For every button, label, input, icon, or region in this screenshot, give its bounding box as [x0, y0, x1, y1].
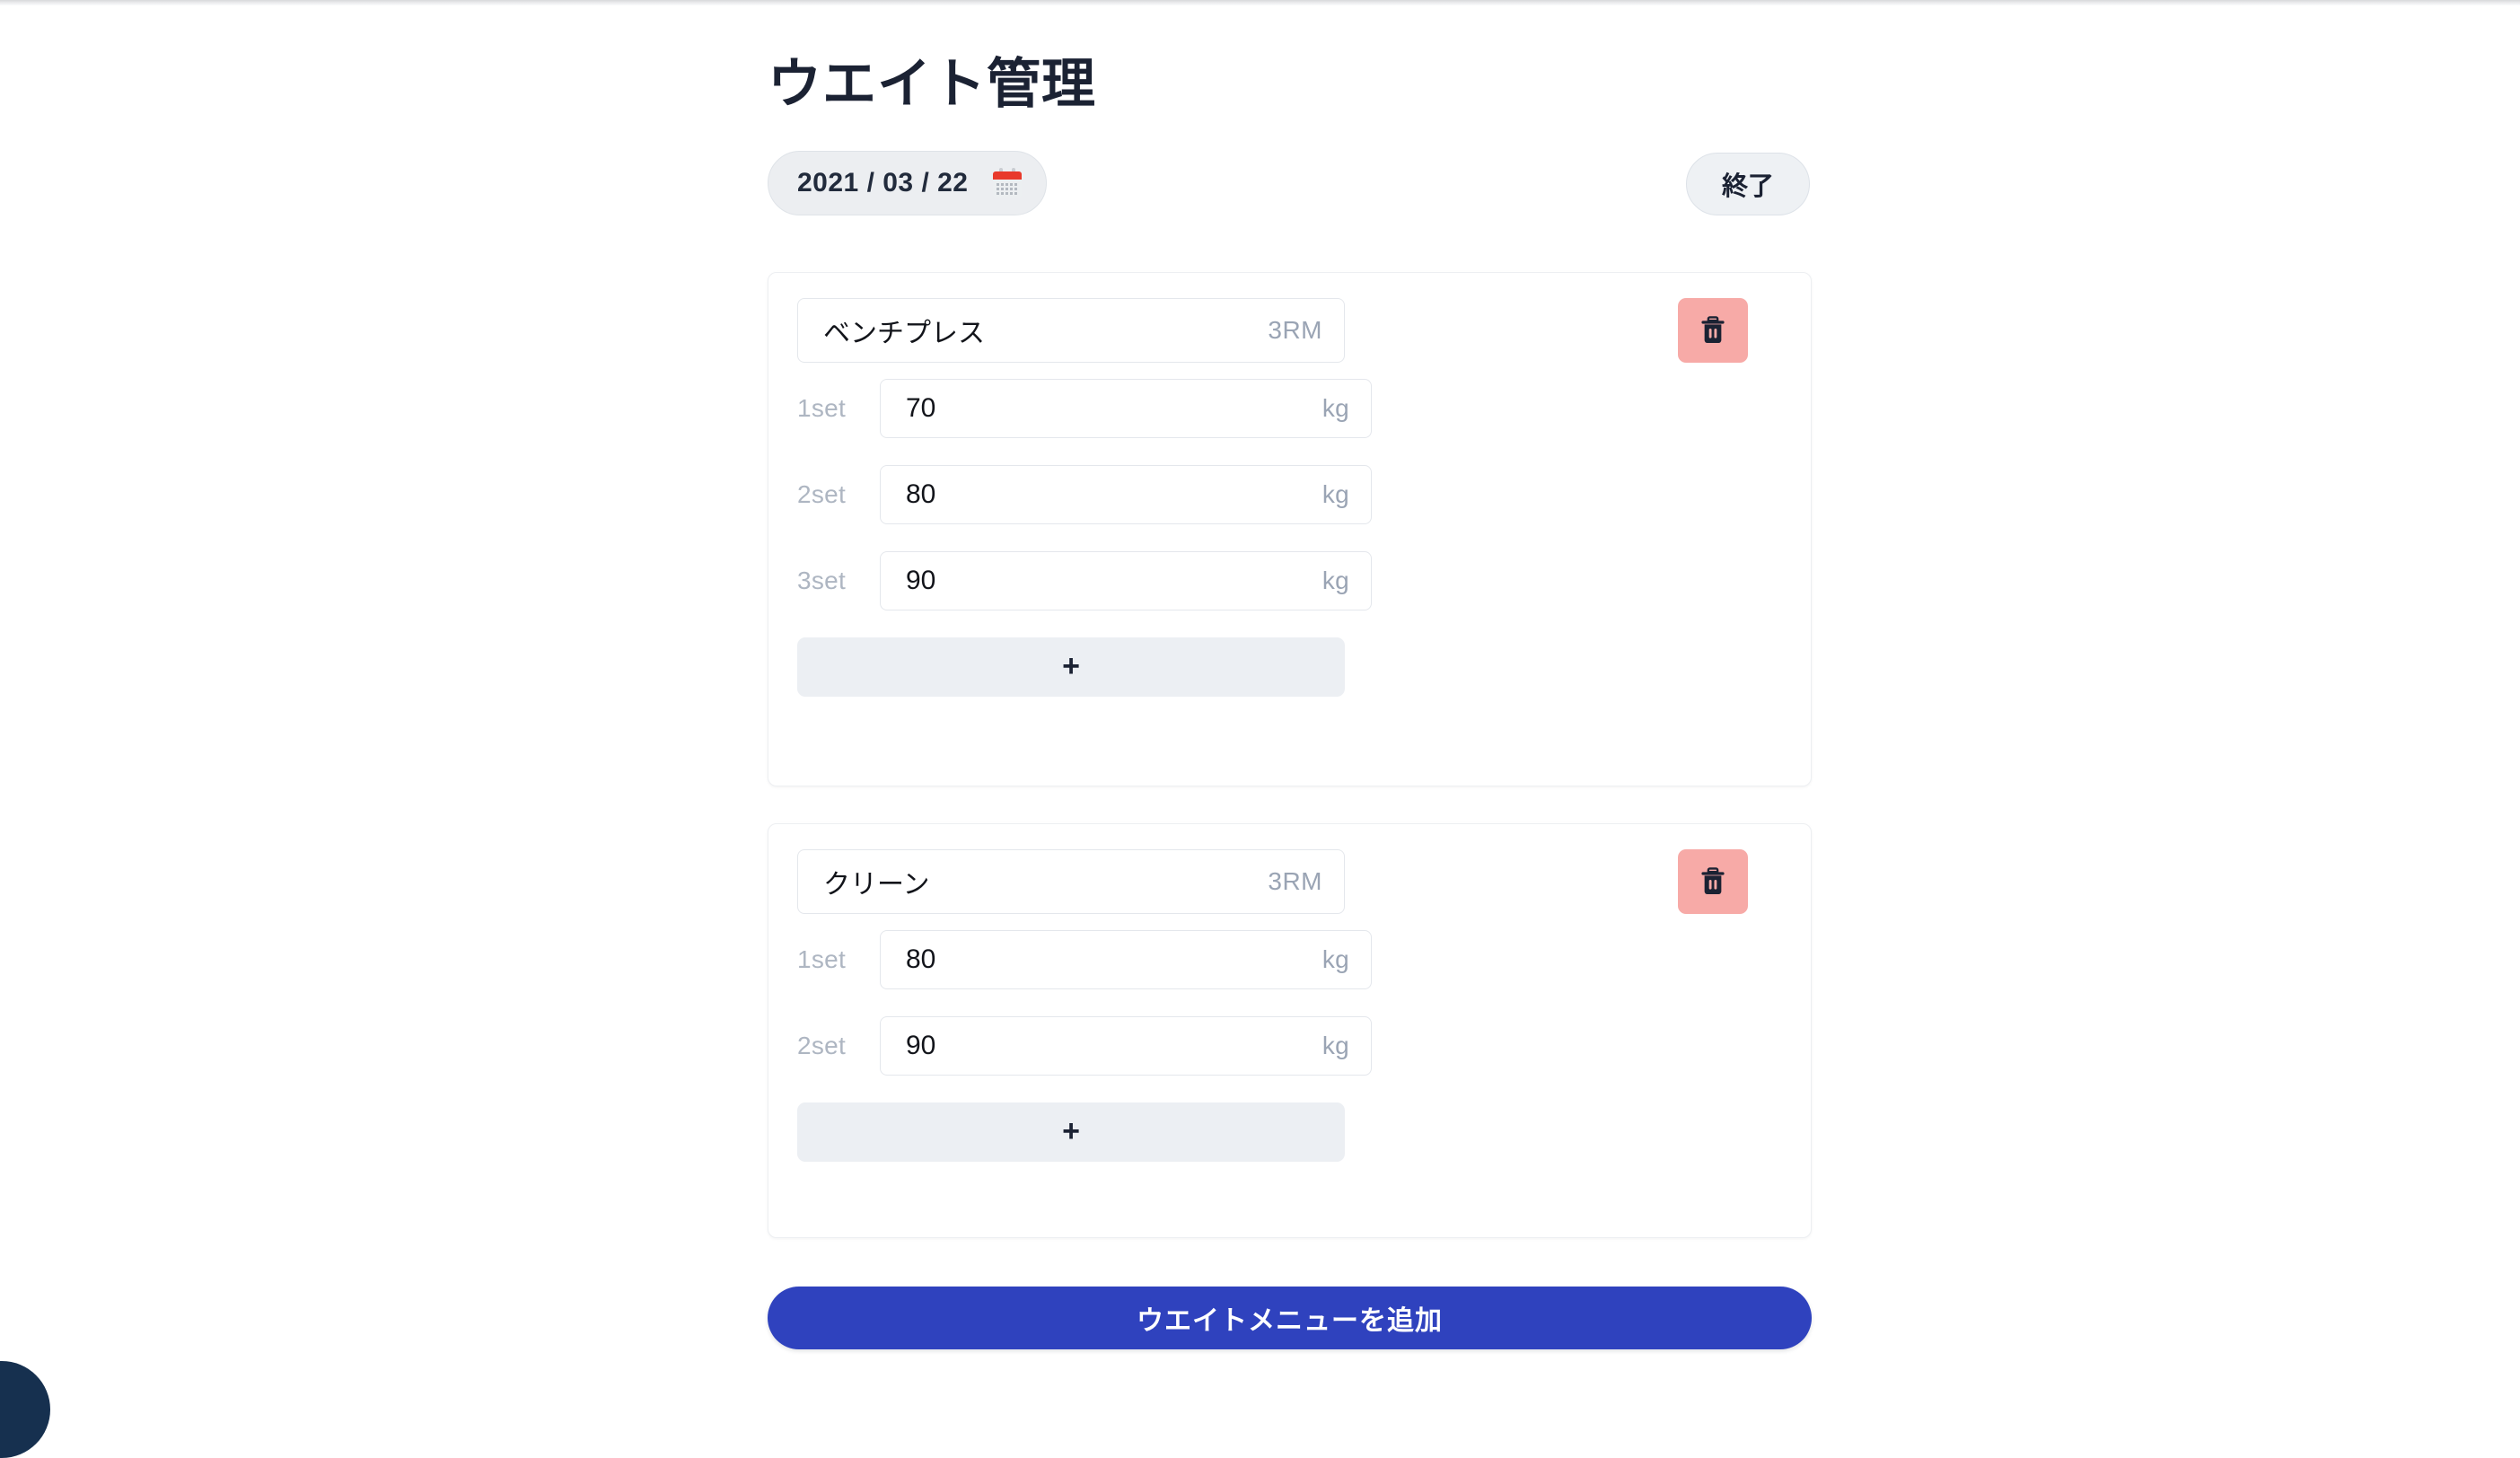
set-weight-value: 70 — [906, 393, 936, 423]
rm-unit-label: 3RM — [1268, 867, 1322, 895]
weight-unit-label: kg — [1321, 1032, 1349, 1059]
exercise-name-value: クリーン — [823, 870, 930, 900]
exercise-name-input[interactable]: クリーン 3RM — [797, 849, 1345, 914]
set-row: 2set 80 kg — [797, 465, 1372, 524]
exercise-name-row: クリーン 3RM — [797, 849, 1345, 914]
set-weight-value: 80 — [906, 479, 936, 509]
set-weight-input[interactable]: 80 kg — [880, 465, 1372, 524]
set-index-label: 3set — [797, 567, 847, 594]
date-picker-button[interactable]: 2021 / 03 / 22 — [768, 151, 1047, 215]
set-weight-input[interactable]: 90 kg — [880, 1016, 1372, 1076]
set-row: 1set 80 kg — [797, 930, 1372, 989]
end-session-button[interactable]: 終了 — [1686, 153, 1810, 215]
exercise-card: クリーン 3RM 1set 80 kg 2set 90 kg + — [768, 823, 1812, 1238]
weight-unit-label: kg — [1321, 480, 1349, 508]
weight-management-page: ウエイト管理 2021 / 03 / 22 終了 ベンチプレス 3RM 1set… — [0, 0, 2520, 1458]
weight-unit-label: kg — [1321, 567, 1349, 594]
set-index-label: 2set — [797, 480, 847, 508]
exercise-card: ベンチプレス 3RM 1set 70 kg 2set 80 kg 3set 90… — [768, 272, 1812, 786]
add-weight-menu-button[interactable]: ウエイトメニューを追加 — [768, 1287, 1812, 1349]
plus-icon: + — [1062, 1114, 1080, 1148]
add-set-button[interactable]: + — [797, 1102, 1345, 1162]
rm-unit-label: 3RM — [1268, 316, 1322, 344]
set-weight-value: 90 — [906, 566, 936, 595]
trash-icon — [1701, 316, 1725, 344]
set-index-label: 1set — [797, 945, 847, 973]
trash-icon — [1701, 867, 1725, 895]
set-weight-value: 80 — [906, 944, 936, 974]
date-value: 2021 / 03 / 22 — [797, 168, 969, 198]
delete-exercise-button[interactable] — [1678, 298, 1748, 363]
set-row: 1set 70 kg — [797, 379, 1372, 438]
add-set-button[interactable]: + — [797, 637, 1345, 697]
page-title: ウエイト管理 — [768, 54, 1096, 115]
delete-exercise-button[interactable] — [1678, 849, 1748, 914]
exercise-name-value: ベンチプレス — [823, 319, 985, 348]
weight-unit-label: kg — [1321, 394, 1349, 422]
set-row: 2set 90 kg — [797, 1016, 1372, 1076]
plus-icon: + — [1062, 649, 1080, 683]
set-weight-value: 90 — [906, 1031, 936, 1060]
set-weight-input[interactable]: 80 kg — [880, 930, 1372, 989]
exercise-name-input[interactable]: ベンチプレス 3RM — [797, 298, 1345, 363]
set-index-label: 2set — [797, 1032, 847, 1059]
set-weight-input[interactable]: 70 kg — [880, 379, 1372, 438]
set-index-label: 1set — [797, 394, 847, 422]
set-row: 3set 90 kg — [797, 551, 1372, 610]
exercise-name-row: ベンチプレス 3RM — [797, 298, 1345, 363]
calendar-icon — [992, 168, 1023, 198]
floating-action-widget[interactable] — [0, 1361, 50, 1458]
set-weight-input[interactable]: 90 kg — [880, 551, 1372, 610]
weight-unit-label: kg — [1321, 945, 1349, 973]
